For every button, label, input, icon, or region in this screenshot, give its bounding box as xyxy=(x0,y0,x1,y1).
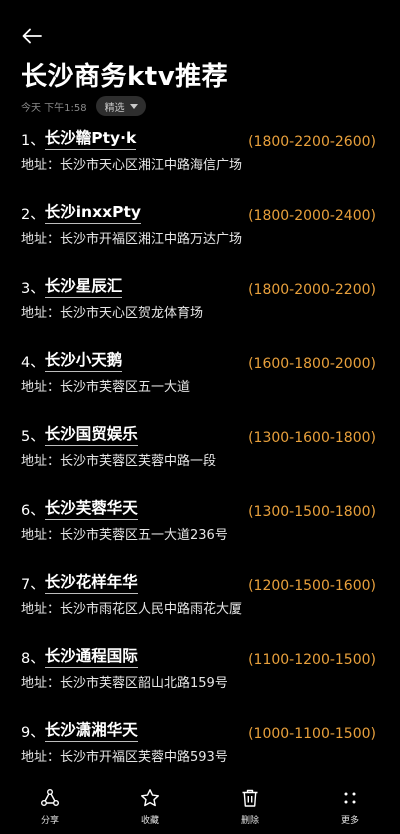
list-item: 9、 长沙潇湘华天 (1000-1100-1500) 地址：长沙市开福区芙蓉中路… xyxy=(21,718,381,792)
timestamp: 今天 下午1:58 xyxy=(21,102,87,114)
list-item: 6、 长沙芙蓉华天 (1300-1500-1800) 地址：长沙市芙蓉区五一大道… xyxy=(21,496,381,570)
item-name-link[interactable]: 长沙星辰汇 xyxy=(44,274,123,298)
list-item: 2、 长沙inxxPty (1800-2000-2400) 地址：长沙市开福区湘… xyxy=(21,200,381,274)
item-name-link[interactable]: 长沙芙蓉华天 xyxy=(44,496,138,520)
note-meta: 今天 下午1:58 精选 xyxy=(21,96,146,116)
list-item: 5、 长沙国贸娱乐 (1300-1600-1800) 地址：长沙市芙蓉区芙蓉中路… xyxy=(21,422,381,496)
item-price: (1000-1100-1500) xyxy=(248,726,376,742)
star-icon xyxy=(138,786,162,810)
favorite-label: 收藏 xyxy=(140,816,159,826)
item-number: 1、 xyxy=(21,133,45,149)
item-address: 地址：长沙市芙蓉区五一大道 xyxy=(21,380,191,395)
item-price: (1300-1500-1800) xyxy=(248,504,376,520)
item-address: 地址：长沙市开福区芙蓉中路593号 xyxy=(21,750,228,765)
item-number: 7、 xyxy=(21,577,45,593)
item-number: 6、 xyxy=(21,503,45,519)
trash-icon xyxy=(238,786,262,810)
more-label: 更多 xyxy=(340,816,359,826)
back-button[interactable] xyxy=(18,22,46,50)
ktv-list: 1、 长沙韂Pty·k (1800-2200-2600) 地址：长沙市天心区湘江… xyxy=(21,126,381,792)
item-name-link[interactable]: 长沙通程国际 xyxy=(44,644,138,668)
item-price: (1600-1800-2000) xyxy=(248,356,376,372)
item-price: (1200-1500-1600) xyxy=(248,578,376,594)
item-number: 3、 xyxy=(21,281,45,297)
share-icon xyxy=(38,786,62,810)
item-number: 4、 xyxy=(21,355,45,371)
item-address: 地址：长沙市芙蓉区韶山北路159号 xyxy=(21,676,228,691)
bottom-toolbar: 分享 收藏 删除 更多 xyxy=(0,786,400,834)
item-name-link[interactable]: 长沙inxxPty xyxy=(44,200,141,224)
item-number: 2、 xyxy=(21,207,45,223)
item-address: 地址：长沙市芙蓉区芙蓉中路一段 xyxy=(21,454,217,469)
item-number: 5、 xyxy=(21,429,45,445)
delete-button[interactable]: 删除 xyxy=(215,786,285,826)
item-name-link[interactable]: 长沙小天鹅 xyxy=(44,348,123,372)
more-button[interactable]: 更多 xyxy=(315,786,385,826)
delete-label: 删除 xyxy=(240,816,259,826)
share-label: 分享 xyxy=(40,816,59,826)
item-price: (1100-1200-1500) xyxy=(248,652,376,668)
item-number: 8、 xyxy=(21,651,45,667)
item-name-link[interactable]: 长沙韂Pty·k xyxy=(44,126,137,150)
list-item: 7、 长沙花样年华 (1200-1500-1600) 地址：长沙市雨花区人民中路… xyxy=(21,570,381,644)
item-price: (1800-2000-2200) xyxy=(248,282,376,298)
favorite-button[interactable]: 收藏 xyxy=(115,786,185,826)
item-number: 9、 xyxy=(21,725,45,741)
item-address: 地址：长沙市天心区湘江中路海信广场 xyxy=(21,158,243,173)
list-item: 4、 长沙小天鹅 (1600-1800-2000) 地址：长沙市芙蓉区五一大道 xyxy=(21,348,381,422)
share-button[interactable]: 分享 xyxy=(15,786,85,826)
page-title: 长沙商务ktv推荐 xyxy=(21,62,229,92)
item-price: (1800-2200-2600) xyxy=(248,134,376,150)
category-dropdown[interactable]: 精选 xyxy=(95,96,146,116)
item-address: 地址：长沙市雨花区人民中路雨花大厦 xyxy=(21,602,243,617)
item-name-link[interactable]: 长沙花样年华 xyxy=(44,570,138,594)
item-name-link[interactable]: 长沙潇湘华天 xyxy=(44,718,138,742)
list-item: 1、 长沙韂Pty·k (1800-2200-2600) 地址：长沙市天心区湘江… xyxy=(21,126,381,200)
item-name-link[interactable]: 长沙国贸娱乐 xyxy=(44,422,138,446)
back-arrow-icon xyxy=(22,28,42,44)
item-address: 地址：长沙市开福区湘江中路万达广场 xyxy=(21,232,243,247)
list-item: 8、 长沙通程国际 (1100-1200-1500) 地址：长沙市芙蓉区韶山北路… xyxy=(21,644,381,718)
item-address: 地址：长沙市天心区贺龙体育场 xyxy=(21,306,204,321)
dropdown-triangle-icon xyxy=(129,103,138,109)
item-price: (1300-1600-1800) xyxy=(248,430,376,446)
item-address: 地址：长沙市芙蓉区五一大道236号 xyxy=(21,528,228,543)
more-icon xyxy=(338,786,362,810)
item-price: (1800-2000-2400) xyxy=(248,208,376,224)
list-item: 3、 长沙星辰汇 (1800-2000-2200) 地址：长沙市天心区贺龙体育场 xyxy=(21,274,381,348)
category-label: 精选 xyxy=(104,102,125,114)
